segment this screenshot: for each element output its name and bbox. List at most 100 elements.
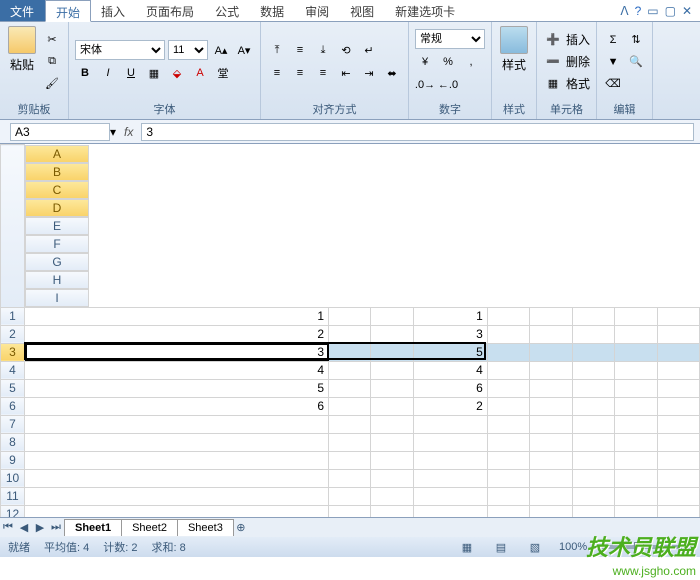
cell-F12[interactable]: [530, 505, 572, 517]
sheet-nav-first[interactable]: ⏮: [0, 521, 16, 534]
cell-C5[interactable]: [371, 379, 413, 397]
cut-button[interactable]: ✂: [42, 30, 62, 50]
cell-I11[interactable]: [657, 487, 699, 505]
cell-D1[interactable]: 1: [413, 307, 487, 325]
cell-E7[interactable]: [487, 415, 529, 433]
cell-A1[interactable]: 1: [25, 307, 329, 325]
cell-H11[interactable]: [615, 487, 657, 505]
cell-A9[interactable]: [25, 451, 329, 469]
cell-C1[interactable]: [371, 307, 413, 325]
row-header-7[interactable]: 7: [1, 415, 25, 433]
font-size-select[interactable]: 11: [168, 40, 208, 60]
view-break-button[interactable]: ▧: [525, 537, 545, 557]
tab-file[interactable]: 文件: [0, 0, 45, 21]
cell-G10[interactable]: [572, 469, 614, 487]
currency-button[interactable]: ¥: [415, 52, 435, 72]
tab-layout[interactable]: 页面布局: [136, 0, 205, 21]
cell-D3[interactable]: 5: [413, 343, 487, 361]
cell-H6[interactable]: [615, 397, 657, 415]
window-max-icon[interactable]: ▢: [665, 4, 676, 18]
cell-E6[interactable]: [487, 397, 529, 415]
cell-A11[interactable]: [25, 487, 329, 505]
zoom-in-button[interactable]: +: [686, 541, 692, 553]
number-format-select[interactable]: 常规: [415, 29, 485, 49]
cell-A10[interactable]: [25, 469, 329, 487]
window-min-icon[interactable]: ▭: [647, 4, 658, 18]
cell-H5[interactable]: [615, 379, 657, 397]
sheet-tab-1[interactable]: Sheet1: [64, 519, 122, 536]
cell-G5[interactable]: [572, 379, 614, 397]
cell-B5[interactable]: [329, 379, 371, 397]
cell-I10[interactable]: [657, 469, 699, 487]
cell-E9[interactable]: [487, 451, 529, 469]
cell-E12[interactable]: [487, 505, 529, 517]
cell-D6[interactable]: 2: [413, 397, 487, 415]
cell-A2[interactable]: 2: [25, 325, 329, 343]
increase-decimal-button[interactable]: .0→: [415, 75, 435, 95]
cell-D4[interactable]: 4: [413, 361, 487, 379]
cell-I3[interactable]: [657, 343, 699, 361]
col-header-F[interactable]: F: [25, 235, 89, 253]
row-header-9[interactable]: 9: [1, 451, 25, 469]
cell-E5[interactable]: [487, 379, 529, 397]
cell-D5[interactable]: 6: [413, 379, 487, 397]
row-header-1[interactable]: 1: [1, 307, 25, 325]
cell-F7[interactable]: [530, 415, 572, 433]
cell-F3[interactable]: [530, 343, 572, 361]
dropdown-icon[interactable]: ▾: [110, 125, 116, 139]
cell-G9[interactable]: [572, 451, 614, 469]
cell-B4[interactable]: [329, 361, 371, 379]
tab-review[interactable]: 审阅: [295, 0, 340, 21]
zoom-out-button[interactable]: −: [591, 541, 597, 553]
wrap-text-button[interactable]: ↵: [359, 40, 379, 60]
cell-H10[interactable]: [615, 469, 657, 487]
find-button[interactable]: 🔍: [626, 52, 646, 72]
cell-C11[interactable]: [371, 487, 413, 505]
percent-button[interactable]: %: [438, 52, 458, 72]
indent-inc-button[interactable]: ⇥: [359, 63, 379, 83]
copy-button[interactable]: ⧉: [42, 52, 62, 72]
cell-E11[interactable]: [487, 487, 529, 505]
format-painter-button[interactable]: 🖌: [42, 74, 62, 94]
cell-F5[interactable]: [530, 379, 572, 397]
fx-icon[interactable]: fx: [124, 125, 133, 139]
cell-A12[interactable]: [25, 505, 329, 517]
fill-color-button[interactable]: ⬙: [167, 63, 187, 83]
cell-C7[interactable]: [371, 415, 413, 433]
cell-I8[interactable]: [657, 433, 699, 451]
sheet-tab-3[interactable]: Sheet3: [177, 519, 234, 536]
row-header-6[interactable]: 6: [1, 397, 25, 415]
row-header-8[interactable]: 8: [1, 433, 25, 451]
paste-button[interactable]: 粘贴: [6, 24, 38, 99]
cell-F8[interactable]: [530, 433, 572, 451]
zoom-level[interactable]: 100%: [559, 541, 587, 553]
orientation-button[interactable]: ⟲: [336, 40, 356, 60]
cell-D7[interactable]: [413, 415, 487, 433]
cell-H7[interactable]: [615, 415, 657, 433]
cell-I1[interactable]: [657, 307, 699, 325]
border-button[interactable]: ▦: [144, 63, 164, 83]
cell-I12[interactable]: [657, 505, 699, 517]
tab-insert[interactable]: 插入: [91, 0, 136, 21]
cell-G12[interactable]: [572, 505, 614, 517]
window-close-icon[interactable]: ✕: [682, 4, 692, 18]
name-box[interactable]: [10, 123, 110, 141]
row-header-4[interactable]: 4: [1, 361, 25, 379]
align-left-button[interactable]: ≡: [267, 63, 287, 83]
cell-I4[interactable]: [657, 361, 699, 379]
tab-formulas[interactable]: 公式: [205, 0, 250, 21]
sheet-tab-2[interactable]: Sheet2: [121, 519, 178, 536]
cell-G8[interactable]: [572, 433, 614, 451]
cell-H4[interactable]: [615, 361, 657, 379]
cell-D10[interactable]: [413, 469, 487, 487]
insert-label[interactable]: 插入: [566, 31, 590, 48]
cell-C4[interactable]: [371, 361, 413, 379]
cell-E10[interactable]: [487, 469, 529, 487]
styles-button[interactable]: 样式: [498, 24, 530, 99]
cell-F1[interactable]: [530, 307, 572, 325]
tab-view[interactable]: 视图: [340, 0, 385, 21]
col-header-D[interactable]: D: [25, 199, 89, 217]
cell-A7[interactable]: [25, 415, 329, 433]
cell-F11[interactable]: [530, 487, 572, 505]
cell-B8[interactable]: [329, 433, 371, 451]
